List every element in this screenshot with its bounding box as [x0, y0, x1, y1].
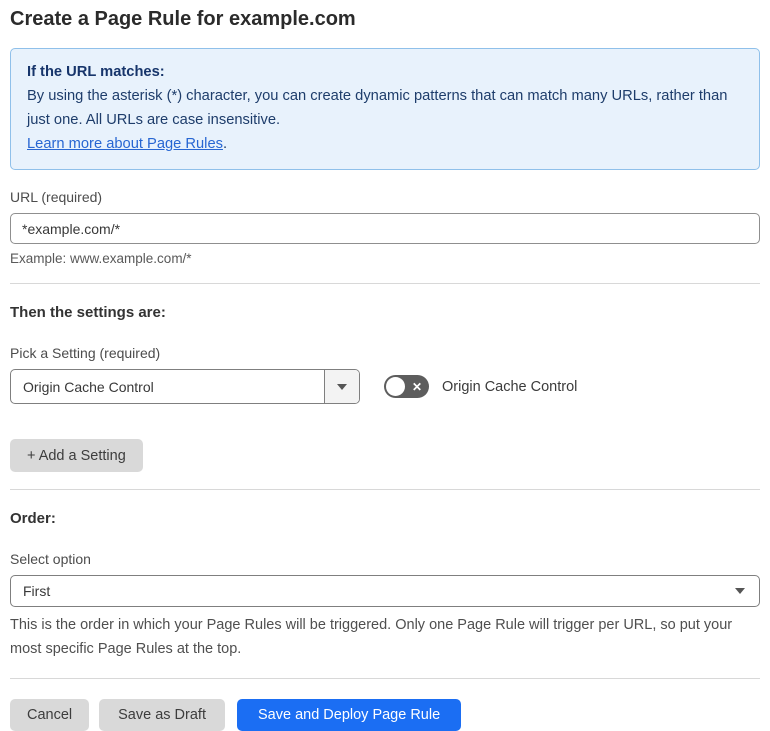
page-rule-form: Create a Page Rule for example.com If th… [0, 0, 770, 731]
select-option-label: Select option [10, 551, 91, 567]
url-input[interactable] [10, 213, 760, 244]
link-suffix: . [222, 136, 228, 152]
save-and-deploy-button[interactable]: Save and Deploy Page Rule [236, 699, 462, 731]
info-box-heading: If the URL matches: [27, 64, 165, 80]
setting-dropdown[interactable]: Origin Cache Control [10, 369, 360, 404]
order-select-arrow-zone [735, 588, 759, 594]
save-as-draft-button[interactable]: Save as Draft [99, 699, 225, 731]
add-setting-button[interactable]: + Add a Setting [10, 439, 143, 472]
pick-setting-label: Pick a Setting (required) [10, 345, 161, 361]
setting-dropdown-arrow-cell[interactable] [324, 370, 359, 403]
order-section-heading: Order: [10, 510, 56, 527]
chevron-down-icon [337, 383, 347, 390]
toggle-knob [386, 377, 405, 396]
divider [10, 678, 760, 679]
info-box-body: By using the asterisk (*) character, you… [27, 88, 728, 128]
info-box-link-line: Learn more about Page Rules. [27, 132, 743, 156]
footer-actions: Cancel Save as Draft Save and Deploy Pag… [10, 699, 760, 731]
origin-cache-control-toggle[interactable]: ✕ [384, 375, 429, 398]
cancel-button[interactable]: Cancel [10, 699, 90, 731]
toggle-off-x-icon: ✕ [411, 379, 422, 394]
settings-section-heading: Then the settings are: [10, 304, 166, 321]
url-example-text: Example: www.example.com/* [10, 251, 192, 266]
toggle-label: Origin Cache Control [442, 378, 578, 395]
order-help-text: This is the order in which your Page Rul… [10, 617, 733, 657]
setting-row: Origin Cache Control ✕ Origin Cache Cont… [10, 369, 760, 404]
chevron-down-icon [735, 588, 745, 594]
divider [10, 283, 760, 284]
page-title: Create a Page Rule for example.com [10, 8, 356, 30]
order-select-value: First [23, 583, 51, 599]
setting-dropdown-value: Origin Cache Control [23, 378, 154, 395]
learn-more-link[interactable]: Learn more about Page Rules [27, 136, 223, 152]
order-select[interactable]: First [10, 575, 760, 607]
url-match-info-box: If the URL matches: By using the asteris… [10, 48, 760, 170]
url-field-label: URL (required) [10, 189, 103, 205]
divider [10, 489, 760, 490]
